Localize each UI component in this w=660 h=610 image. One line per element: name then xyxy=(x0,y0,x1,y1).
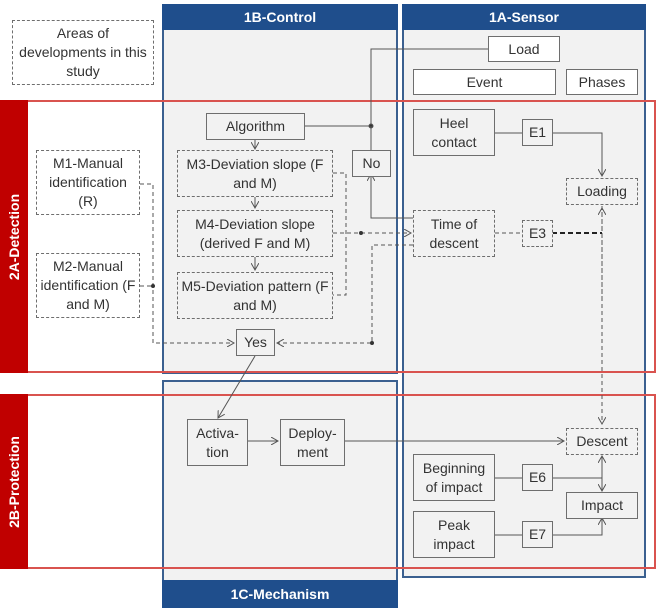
e6-node: E6 xyxy=(522,464,553,491)
no-label: No xyxy=(362,155,381,171)
link-e1-loading xyxy=(552,132,602,176)
m5-node: M5-Deviation pattern (F and M) xyxy=(177,272,333,319)
yes-node: Yes xyxy=(236,329,275,356)
algorithm-node: Algorithm xyxy=(206,113,305,140)
m3-node: M3-Deviation slope (F and M) xyxy=(177,150,333,197)
heel-contact-label: Heel contact xyxy=(431,114,477,150)
heel-contact-node: Heel contact xyxy=(413,109,495,156)
link-m1-yes xyxy=(140,183,234,343)
junction-dot xyxy=(359,231,363,235)
time-of-descent-node: Time of descent xyxy=(413,210,495,257)
deployment-label: Deploy- ment xyxy=(288,424,337,460)
activation-label: Activa- tion xyxy=(196,424,239,460)
loading-node: Loading xyxy=(566,178,638,205)
beginning-of-impact-node: Beginning of impact xyxy=(413,454,495,501)
e3-node: E3 xyxy=(522,220,553,247)
impact-label: Impact xyxy=(580,497,623,513)
event-label: Event xyxy=(466,73,503,90)
junction-dot xyxy=(370,341,374,345)
algorithm-label: Algorithm xyxy=(225,118,286,134)
junction-dot xyxy=(151,284,155,288)
m5-label: M5-Deviation pattern (F and M) xyxy=(181,277,329,313)
e7-node: E7 xyxy=(522,521,553,548)
e1-node: E1 xyxy=(522,119,553,146)
e3-label: E3 xyxy=(528,225,547,241)
e7-label: E7 xyxy=(528,526,547,542)
descent-label: Descent xyxy=(576,433,628,449)
peak-impact-node: Peak impact xyxy=(413,511,495,558)
m1-manual-node: M1-Manual identification (R) xyxy=(36,150,140,215)
link-descent-no xyxy=(371,174,413,219)
yes-label: Yes xyxy=(244,334,267,350)
event-header: Event xyxy=(413,69,556,95)
descent-node: Descent xyxy=(566,428,638,455)
m4-node: M4-Deviation slope (derived F and M) xyxy=(177,210,333,257)
link-yes-activation xyxy=(218,355,256,418)
loading-label: Loading xyxy=(577,183,627,199)
phases-label: Phases xyxy=(578,73,626,90)
m2-label: M2-Manual identification (F and M) xyxy=(40,258,136,312)
activation-node: Activa- tion xyxy=(187,419,248,466)
peak-impact-label: Peak impact xyxy=(433,516,475,552)
m4-label: M4-Deviation slope (derived F and M) xyxy=(195,215,315,251)
phases-header: Phases xyxy=(566,69,638,95)
no-node: No xyxy=(352,150,391,177)
time-of-descent-label: Time of descent xyxy=(429,215,479,251)
impact-node: Impact xyxy=(566,492,638,519)
e1-label: E1 xyxy=(528,124,547,140)
e6-label: E6 xyxy=(528,469,547,485)
link-e7-impact xyxy=(552,518,602,536)
m3-label: M3-Deviation slope (F and M) xyxy=(186,155,324,191)
deployment-node: Deploy- ment xyxy=(280,419,345,466)
beginning-of-impact-label: Beginning of impact xyxy=(422,459,486,495)
link-m3-side xyxy=(333,172,347,296)
load-box: Load xyxy=(488,36,560,62)
m2-manual-node: M2-Manual identification (F and M) xyxy=(36,253,140,318)
load-label: Load xyxy=(508,40,540,57)
m1-label: M1-Manual identification (R) xyxy=(49,155,127,209)
